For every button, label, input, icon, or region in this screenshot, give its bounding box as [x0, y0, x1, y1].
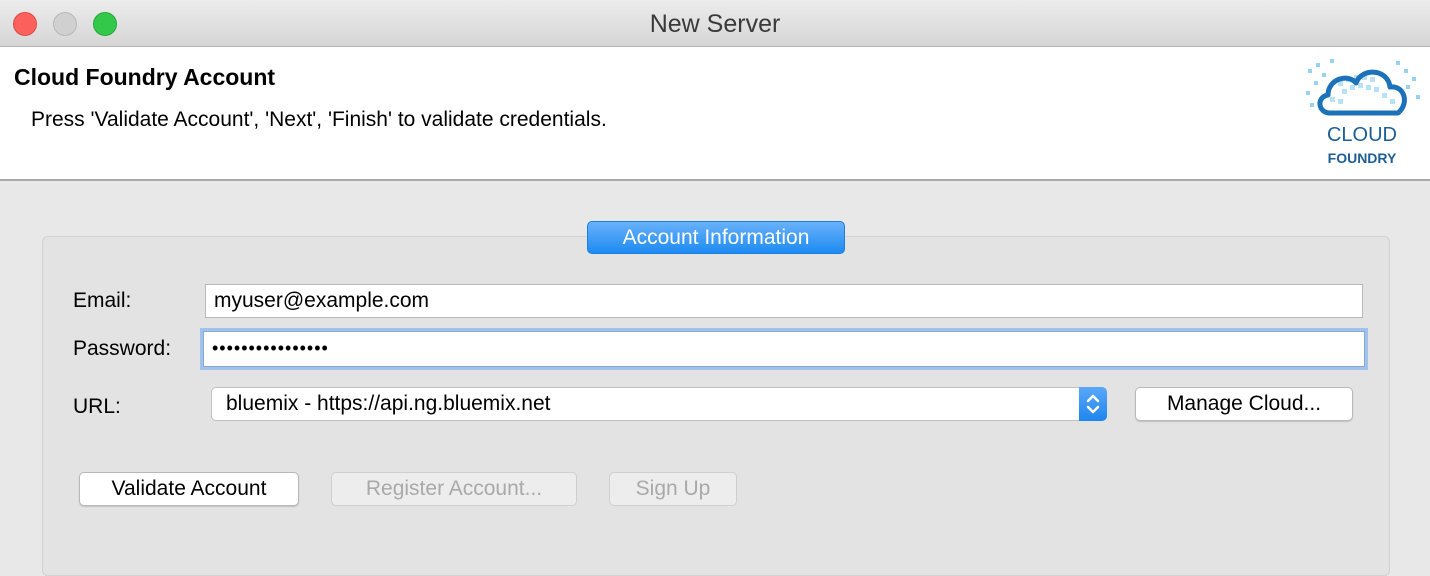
email-value: myuser@example.com — [214, 289, 430, 312]
manage-cloud-button[interactable]: Manage Cloud... — [1135, 387, 1353, 421]
validate-account-button[interactable]: Validate Account — [79, 472, 299, 506]
email-field[interactable]: myuser@example.com — [205, 284, 1363, 318]
url-select-value: bluemix - https://api.ng.bluemix.net — [226, 392, 551, 415]
account-information-label: Account Information — [587, 221, 845, 254]
register-account-button[interactable]: Register Account... — [331, 472, 577, 506]
password-field[interactable]: •••••••••••••••• — [203, 331, 1365, 367]
cloud-foundry-logo-icon: CLOUD FOUNDRY — [1300, 51, 1425, 176]
logo-text-foundry: FOUNDRY — [1328, 150, 1397, 166]
page-title: Cloud Foundry Account — [14, 64, 276, 90]
up-down-chevron-icon — [1079, 387, 1107, 421]
password-value: •••••••••••••••• — [212, 338, 329, 358]
logo-text-cloud: CLOUD — [1327, 124, 1397, 146]
sign-up-button[interactable]: Sign Up — [609, 472, 737, 506]
password-label: Password: — [73, 337, 172, 360]
window-title: New Server — [649, 10, 781, 38]
url-label: URL: — [73, 395, 121, 418]
title-bar: New Server — [0, 0, 1430, 47]
wizard-body: Account Information Email: myuser@exampl… — [0, 181, 1430, 576]
page-description: Press 'Validate Account', 'Next', 'Finis… — [31, 108, 607, 131]
email-label: Email: — [73, 289, 132, 312]
wizard-header: Cloud Foundry Account Press 'Validate Ac… — [0, 47, 1430, 181]
url-select[interactable]: bluemix - https://api.ng.bluemix.net — [211, 387, 1107, 421]
